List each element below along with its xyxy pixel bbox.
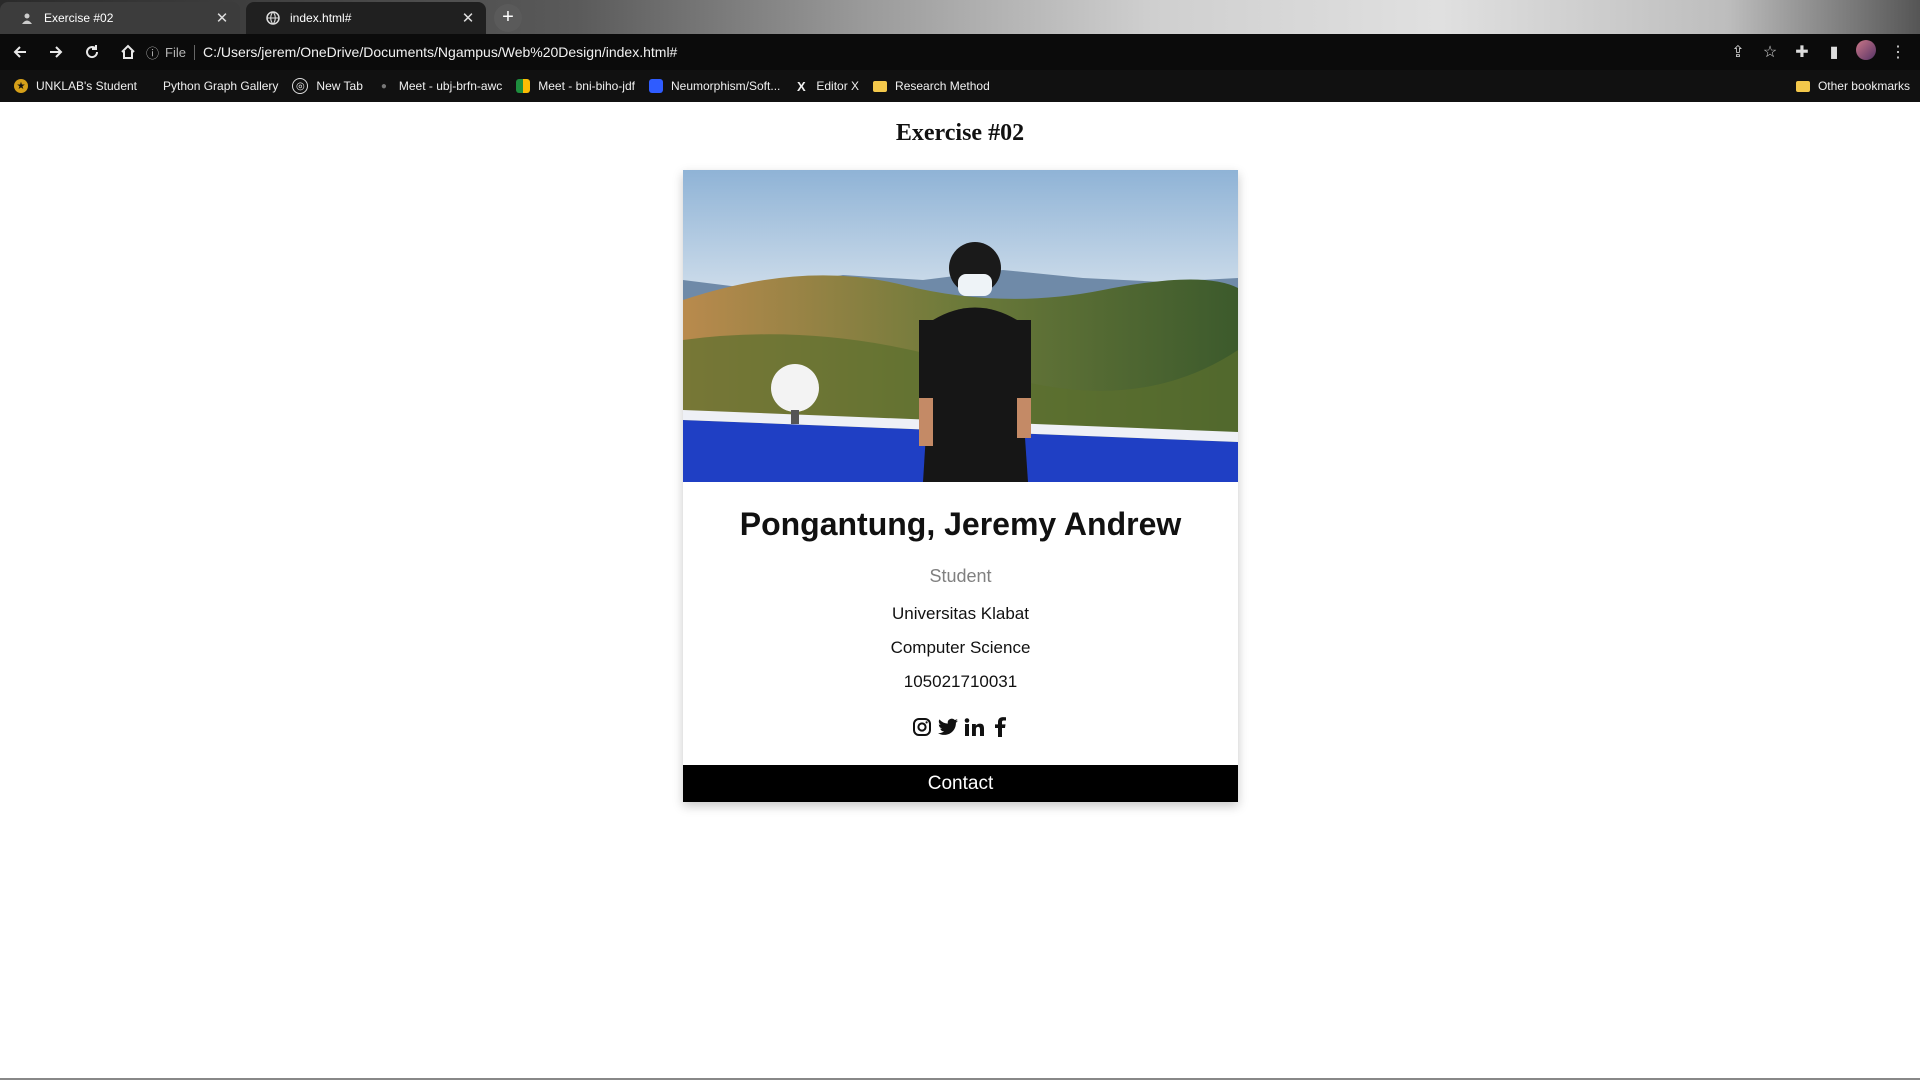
editorx-icon: X xyxy=(797,78,806,94)
menu-icon[interactable]: ⋮ xyxy=(1882,42,1914,62)
profile-major: Computer Science xyxy=(890,638,1031,657)
bookmark-new-tab[interactable]: ◎ New Tab xyxy=(292,78,363,94)
share-icon[interactable]: ⇪ xyxy=(1722,42,1754,62)
profile-photo xyxy=(683,170,1238,482)
bookmark-meet-2[interactable]: Meet - bni-biho-jdf xyxy=(516,79,635,93)
page-content: Exercise #02 Pongantung, Jeremy Andrew S… xyxy=(0,102,1920,1078)
reload-icon[interactable] xyxy=(76,36,108,68)
social-links xyxy=(683,716,1238,738)
bookmark-neumorphism[interactable]: Neumorphism/Soft... xyxy=(648,79,780,93)
bookmark-research-method[interactable]: Research Method xyxy=(873,79,990,93)
folder-icon xyxy=(873,80,888,92)
profile-name: Pongantung, Jeremy Andrew xyxy=(739,506,1182,542)
bookmark-unklab[interactable]: ★ UNKLAB's Student xyxy=(14,79,137,93)
extensions-icon[interactable]: ✚ xyxy=(1786,42,1818,62)
close-icon[interactable]: ✕ xyxy=(460,9,476,27)
tab-title: index.html# xyxy=(290,11,352,25)
profile-avatar[interactable] xyxy=(1850,39,1882,65)
bookmark-meet-1[interactable]: ● Meet - ubj-brfn-awc xyxy=(377,79,502,93)
unklab-logo-icon: ★ xyxy=(14,79,28,93)
home-icon[interactable] xyxy=(112,36,144,68)
bookmark-python-graph[interactable]: Python Graph Gallery xyxy=(163,79,278,93)
bookmarks-bar: ★ UNKLAB's Student Python Graph Gallery … xyxy=(0,70,1920,102)
profile-university: Universitas Klabat xyxy=(891,604,1029,623)
tab-exercise[interactable]: Exercise #02 ✕ xyxy=(0,2,240,34)
bookmark-editor-x[interactable]: X Editor X xyxy=(794,78,859,94)
back-icon[interactable] xyxy=(4,36,36,68)
page-title: Exercise #02 xyxy=(895,120,1025,146)
browser-toolbar: ⓘ File C:/Users/jerem/OneDrive/Documents… xyxy=(0,34,1920,70)
tab-strip: Exercise #02 ✕ index.html# ✕ + xyxy=(0,0,1920,34)
instagram-icon[interactable] xyxy=(911,716,933,738)
globe-icon xyxy=(266,11,280,25)
url-text[interactable]: C:/Users/jerem/OneDrive/Documents/Ngampu… xyxy=(203,44,677,60)
info-icon[interactable]: ⓘ xyxy=(146,43,159,62)
newtab-icon: ◎ xyxy=(292,78,309,94)
new-tab-button[interactable]: + xyxy=(494,4,522,32)
other-bookmarks[interactable]: Other bookmarks xyxy=(1795,70,1910,102)
folder-icon xyxy=(1795,80,1810,92)
security-chip: File xyxy=(165,44,195,60)
tab-title: Exercise #02 xyxy=(44,11,114,25)
tab-index[interactable]: index.html# ✕ xyxy=(246,2,486,34)
close-icon[interactable]: ✕ xyxy=(214,9,230,27)
twitter-icon[interactable] xyxy=(937,716,959,738)
forward-icon[interactable] xyxy=(40,36,72,68)
linkedin-icon[interactable] xyxy=(963,716,985,738)
profile-role: Student xyxy=(929,566,992,586)
meet-icon xyxy=(516,79,531,93)
profile-student-id: 105021710031 xyxy=(903,672,1018,691)
person-icon xyxy=(20,11,34,25)
facebook-icon[interactable] xyxy=(989,716,1011,738)
profile-card: Pongantung, Jeremy Andrew Student Univer… xyxy=(683,170,1238,802)
meet-icon: ● xyxy=(380,80,387,92)
star-icon[interactable]: ☆ xyxy=(1754,42,1786,62)
neumorphism-icon xyxy=(648,79,663,93)
address-bar[interactable]: ⓘ File C:/Users/jerem/OneDrive/Documents… xyxy=(146,39,1746,65)
contact-button[interactable]: Contact xyxy=(683,765,1238,802)
side-panel-icon[interactable]: ▮ xyxy=(1818,42,1850,62)
